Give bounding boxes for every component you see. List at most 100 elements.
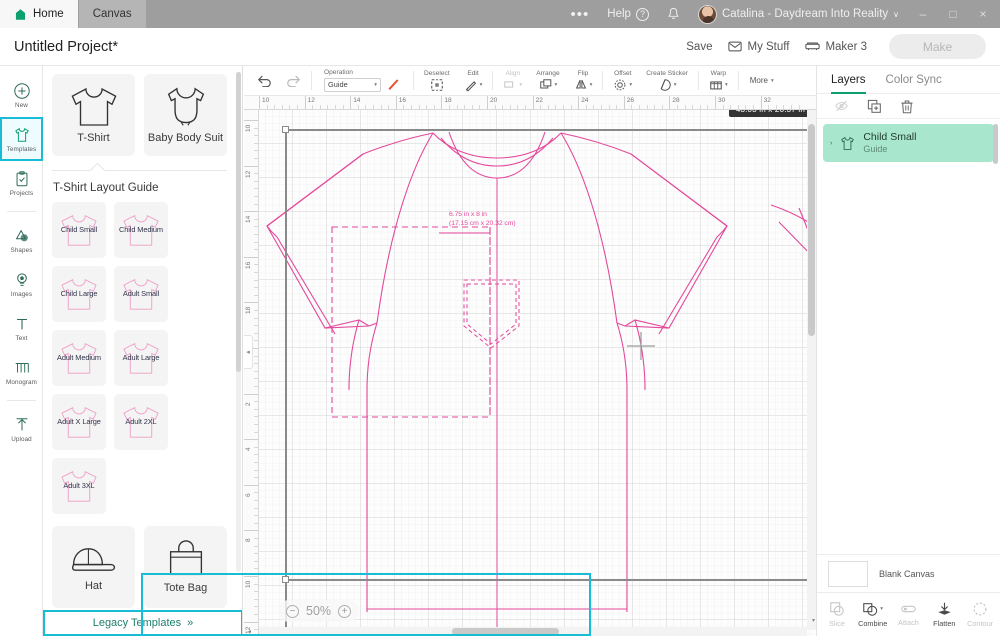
rail-item-images-label: Images [10, 290, 33, 298]
attach-button[interactable]: Attach [891, 602, 925, 627]
scroll-left-arrow-icon[interactable]: ◂ [248, 628, 251, 635]
ruler-minor-tick [357, 105, 359, 109]
visibility-slash-icon[interactable] [834, 99, 849, 113]
size-card[interactable]: Child Large [52, 266, 106, 322]
pen-color-swatch[interactable] [386, 77, 401, 92]
zoom-in-button[interactable]: + [338, 604, 352, 618]
bell-icon [668, 7, 679, 20]
size-card[interactable]: Adult Small [114, 266, 168, 322]
templates-scrollbar-thumb[interactable] [236, 72, 241, 372]
rail-item-shapes[interactable]: Shapes [0, 218, 43, 262]
more-tools-button[interactable]: More ▾ [742, 76, 782, 85]
expand-caret-icon[interactable]: › [830, 140, 832, 147]
rail-item-new[interactable]: New [0, 73, 43, 117]
flip-button[interactable]: Flip ▾ [567, 66, 600, 96]
selection-bar-left[interactable] [285, 129, 287, 636]
canvas-color-swatch[interactable] [828, 560, 868, 587]
templates-scroll-area[interactable]: T-Shirt Baby Body Suit T-Shirt Layout Gu… [43, 66, 236, 610]
canvas-dimension-tooltip: 43.03 in x 20.37 in [728, 110, 812, 117]
rail-item-monogram[interactable]: Monogram [0, 350, 43, 394]
rail-item-images[interactable]: Images [0, 262, 43, 306]
layer-row[interactable]: › Child Small Guide [823, 124, 994, 162]
layers-scrollbar-thumb[interactable] [993, 124, 998, 164]
overflow-menu-button[interactable]: ••• [562, 0, 599, 28]
window-minimize-button[interactable]: – [908, 0, 938, 28]
ruler-major-tick [395, 96, 397, 109]
size-card[interactable]: Child Medium [114, 202, 168, 258]
canvas-grid[interactable]: 6.75 in x 8 in (17.15 cm x 20.32 cm) 43.… [259, 110, 816, 636]
duplicate-icon[interactable] [867, 99, 882, 114]
edit-button[interactable]: Edit ▾ [457, 66, 490, 96]
size-card[interactable]: Adult 3XL [52, 458, 106, 514]
ruler-minor-tick [388, 105, 390, 109]
rail-item-text[interactable]: Text [0, 306, 43, 350]
size-card[interactable]: Adult Medium [52, 330, 106, 386]
my-stuff-button[interactable]: My Stuff [728, 41, 789, 53]
rail-item-upload[interactable]: Upload [0, 407, 43, 451]
redo-button[interactable] [279, 66, 308, 96]
canvas-scroll-thumb-vertical[interactable] [808, 124, 815, 336]
trash-icon[interactable] [900, 99, 914, 114]
machine-selector-button[interactable]: Maker 3 [805, 41, 867, 53]
tab-canvas[interactable]: Canvas [78, 0, 147, 28]
tab-color-sync[interactable]: Color Sync [886, 66, 942, 93]
zoom-out-button[interactable]: − [286, 604, 299, 618]
size-card[interactable]: Adult X Large [52, 394, 106, 450]
tab-layers[interactable]: Layers [831, 66, 866, 94]
rail-item-templates[interactable]: Templates [0, 117, 43, 161]
deselect-button[interactable]: Deselect [417, 66, 457, 96]
make-button[interactable]: Make [889, 34, 986, 59]
template-card-tshirt[interactable]: T-Shirt [52, 74, 135, 156]
canvas-scroll-thumb-horizontal[interactable] [452, 628, 559, 635]
contour-button[interactable]: Contour [963, 601, 997, 628]
template-card-baby-body-suit[interactable]: Baby Body Suit [144, 74, 227, 156]
size-card[interactable]: Adult Large [114, 330, 168, 386]
panel-collapse-button[interactable]: ◂ [244, 335, 253, 369]
tab-home[interactable]: Home [0, 0, 79, 28]
size-card-label: Adult 3XL [63, 480, 95, 490]
selection-handle-top-left[interactable] [282, 126, 289, 133]
slice-button[interactable]: Slice [820, 601, 854, 628]
window-maximize-button[interactable]: □ [938, 0, 968, 28]
ruler-minor-tick [254, 591, 258, 593]
arrange-button[interactable]: Arrange ▾ [529, 66, 566, 96]
warp-button[interactable]: Warp ▾ [702, 66, 735, 96]
align-button[interactable]: Align ▾ [496, 66, 529, 96]
rail-item-projects[interactable]: Projects [0, 161, 43, 205]
horizontal-ruler[interactable]: 10 12 14 16 18 20 22 24 26 28 30 32 [244, 96, 816, 110]
ruler-minor-tick [254, 173, 258, 175]
flatten-button[interactable]: Flatten [927, 601, 961, 628]
vertical-ruler[interactable]: 10121416182024681012 [244, 110, 259, 636]
window-close-button[interactable]: × [968, 0, 998, 28]
template-card-hat[interactable]: Hat [52, 526, 135, 608]
undo-button[interactable] [250, 66, 279, 96]
account-menu-button[interactable]: Catalina - Daydream Into Reality ∨ [689, 0, 908, 28]
notifications-button[interactable] [658, 0, 689, 28]
ruler-minor-tick [254, 310, 258, 311]
ruler-minor-tick [254, 446, 258, 448]
dimension-inches: 6.75 in x 8 in [449, 211, 487, 218]
size-card[interactable]: Adult 2XL [114, 394, 168, 450]
selection-dimension-label: 6.75 in x 8 in (17.15 cm x 20.32 cm) [449, 211, 516, 228]
ruler-h-label: 20 [490, 97, 498, 104]
ruler-minor-tick [631, 105, 633, 109]
legacy-templates-button[interactable]: Legacy Templates » [43, 610, 242, 636]
create-sticker-button[interactable]: Create Sticker ▾ [639, 66, 695, 96]
size-card[interactable]: Child Small [52, 202, 106, 258]
selection-handle-bottom-left[interactable] [282, 576, 289, 583]
page-title[interactable]: Untitled Project* [14, 39, 118, 55]
selection-bar-top[interactable] [285, 129, 816, 131]
create-sticker-label: Create Sticker [646, 69, 688, 77]
selection-bar-bottom[interactable] [285, 579, 816, 581]
offset-button[interactable]: Offset ▾ [606, 66, 639, 96]
combine-button[interactable]: ▾ Combine [856, 601, 890, 628]
blank-canvas-row[interactable]: Blank Canvas [817, 554, 1000, 592]
operation-select[interactable]: Guide ▾ [324, 77, 381, 92]
ruler-major-tick [441, 96, 443, 109]
help-button[interactable]: Help ? [598, 0, 658, 28]
save-button[interactable]: Save [686, 41, 712, 53]
template-card-tote-bag[interactable]: Tote Bag [144, 526, 227, 608]
scroll-down-arrow-icon[interactable]: ▾ [812, 617, 815, 624]
ruler-major-tick [244, 256, 258, 258]
edit-label: Edit [467, 69, 479, 77]
